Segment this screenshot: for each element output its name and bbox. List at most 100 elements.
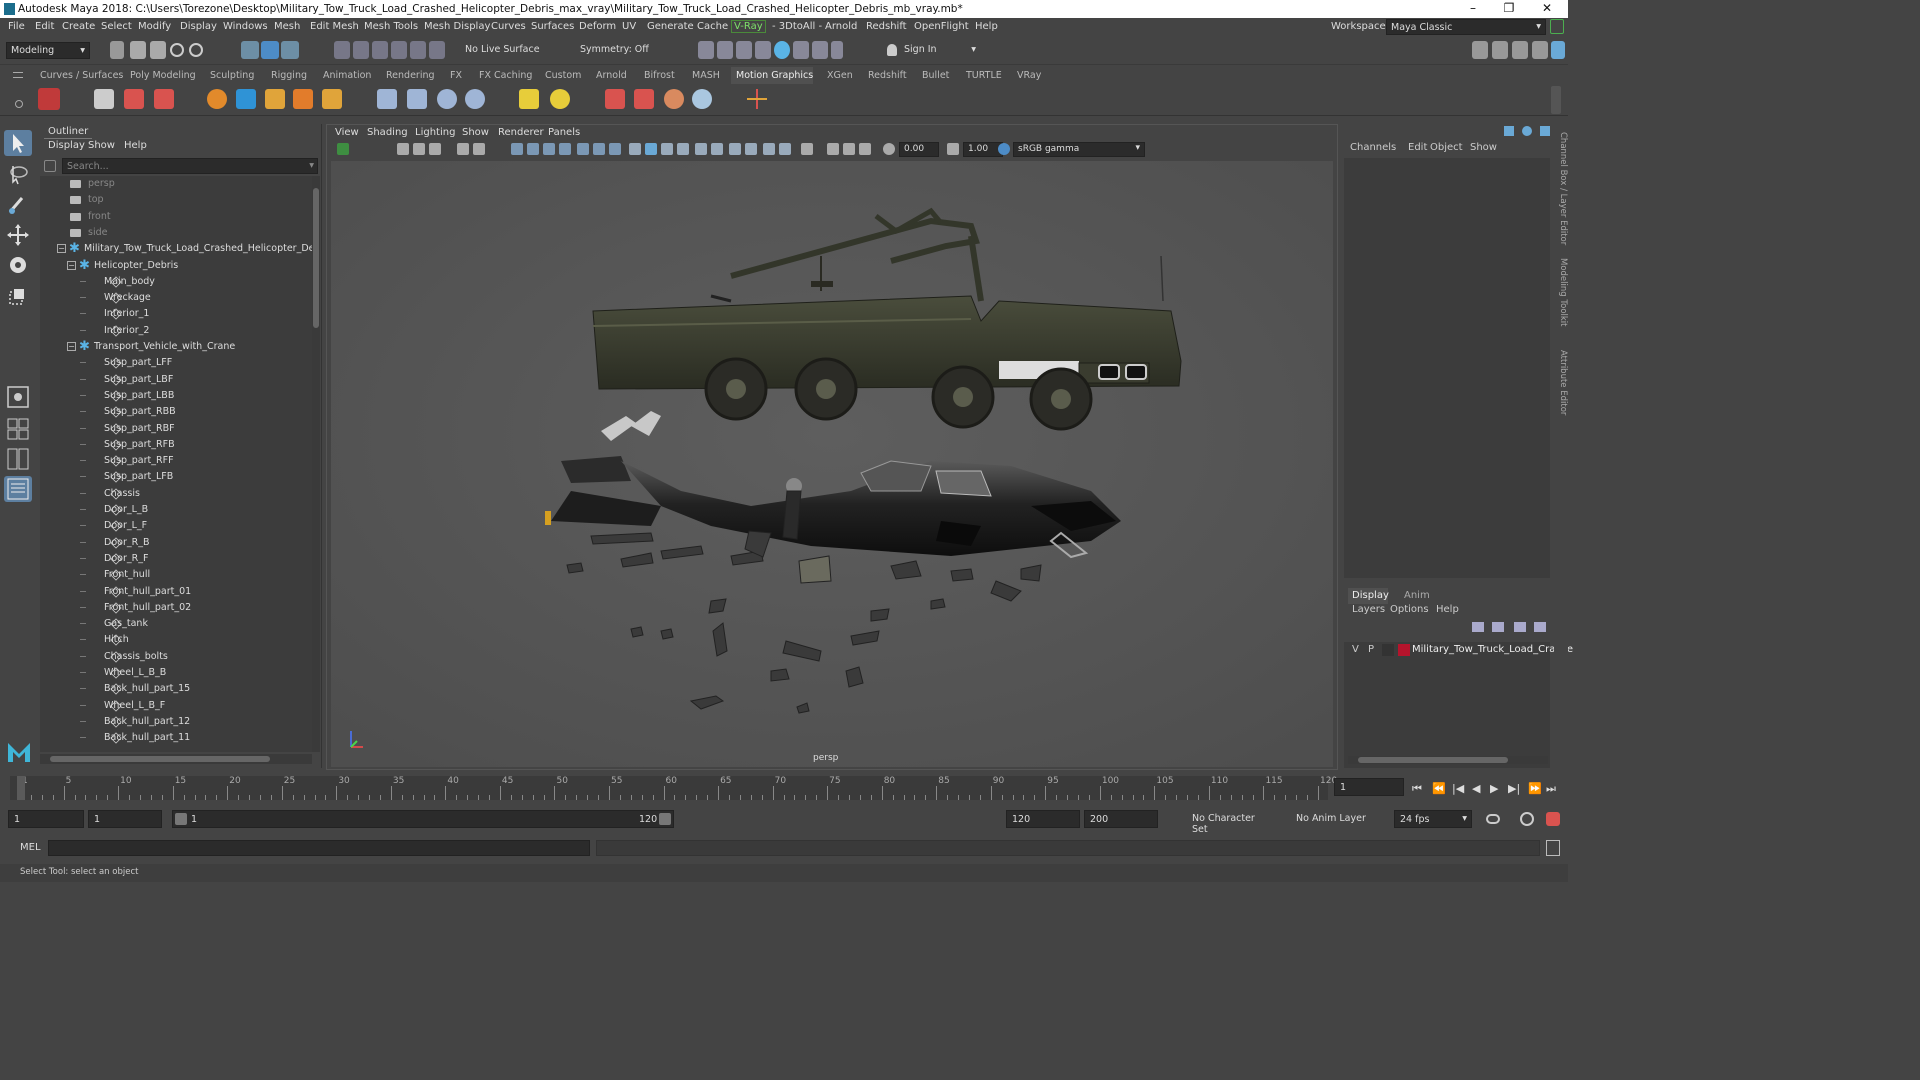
mushroom-icon[interactable] (664, 89, 684, 109)
outliner-camera-item[interactable]: top (40, 192, 312, 208)
move-layer-up-icon[interactable] (1472, 622, 1484, 632)
side-tab-channel-box[interactable]: Channel Box / Layer Editor (1554, 132, 1568, 245)
paint-select-icon[interactable] (4, 192, 32, 218)
scale-tool-icon[interactable] (4, 284, 32, 310)
channels-menu-edit[interactable]: Edit (1408, 142, 1427, 153)
menu-mesh-tools[interactable]: Mesh Tools (364, 21, 418, 32)
select-hierarchy-icon[interactable] (241, 41, 259, 59)
snap-point-icon[interactable] (372, 41, 388, 59)
step-forward-key-icon[interactable]: ▶| (1508, 782, 1520, 795)
mode-dropdown[interactable]: Modeling ▾ (6, 42, 90, 59)
auto-key-icon[interactable] (1520, 812, 1534, 826)
mash-outliner-icon[interactable] (94, 89, 114, 109)
outliner-camera-item[interactable]: side (40, 225, 312, 241)
filter-icon[interactable] (44, 160, 56, 172)
menu-deform[interactable]: Deform (579, 21, 616, 32)
snap-plane-icon[interactable] (429, 41, 445, 59)
menu-edit-mesh[interactable]: Edit Mesh (310, 21, 359, 32)
shelf-menu-icon[interactable] (13, 72, 23, 78)
outliner-mesh-item[interactable]: Susp_part_RFB (40, 437, 312, 453)
vscroll-thumb[interactable] (313, 188, 319, 328)
shelf-tab-sculpting[interactable]: Sculpting (210, 70, 254, 81)
shelf-tab-arnold[interactable]: Arnold (596, 70, 627, 81)
outliner-mesh-item[interactable]: Wreckage (40, 290, 312, 306)
outliner-mesh-item[interactable]: Susp_part_LBB (40, 388, 312, 404)
gamma-field[interactable]: 1.00 (963, 142, 1003, 157)
anim-prefs-icon[interactable] (1546, 812, 1560, 826)
outliner-hscrollbar[interactable] (40, 754, 312, 764)
mash-brush-icon[interactable] (154, 89, 174, 109)
play-backward-icon[interactable]: ◀ (1472, 782, 1480, 795)
ipr-render-icon[interactable] (736, 41, 752, 59)
outliner-mesh-item[interactable]: Front_hull (40, 567, 312, 583)
cube-icon[interactable] (322, 89, 342, 109)
shelf-settings-icon[interactable] (15, 100, 23, 108)
outliner-mesh-item[interactable]: Chassis_bolts (40, 649, 312, 665)
menu-mesh[interactable]: Mesh (274, 21, 300, 32)
menu-windows[interactable]: Windows (223, 21, 268, 32)
single-view-icon[interactable] (4, 384, 32, 410)
render-frame-icon[interactable] (698, 41, 714, 59)
step-back-icon[interactable]: ⏪ (1432, 782, 1446, 795)
side-tab-attribute-editor[interactable]: Attribute Editor (1554, 350, 1568, 415)
use-all-lights-icon[interactable] (695, 143, 707, 155)
outliner-group-item[interactable]: − ✱ Helicopter_Debris (40, 258, 312, 274)
menu-modify[interactable]: Modify (138, 21, 171, 32)
outliner-mesh-item[interactable]: Gas_tank (40, 616, 312, 632)
outliner-mesh-item[interactable]: Interior_2 (40, 323, 312, 339)
outliner-mesh-item[interactable]: Wheel_L_B_F (40, 698, 312, 714)
curve-icon[interactable] (236, 89, 256, 109)
sphere-icon[interactable] (207, 89, 227, 109)
dynamics-icon[interactable] (605, 89, 625, 109)
menu-cache[interactable]: Cache (697, 21, 728, 32)
close-button[interactable]: ✕ (1532, 1, 1562, 15)
undo-icon[interactable] (170, 43, 184, 57)
wireframe-on-shaded-icon[interactable] (661, 143, 673, 155)
menu-redshift[interactable]: Redshift (866, 21, 907, 32)
bookmark-icon[interactable] (413, 143, 425, 155)
snap-curve-icon[interactable] (353, 41, 369, 59)
modeling-toolkit-icon[interactable] (1472, 41, 1488, 59)
workspace-dropdown[interactable]: Maya Classic ▾ (1386, 19, 1546, 35)
viewport-canvas[interactable]: persp (331, 161, 1333, 767)
go-to-start-icon[interactable]: ⏮ (1412, 782, 1422, 796)
shelf-tab-redshift[interactable]: Redshift (868, 70, 907, 81)
outliner-mesh-item[interactable]: Door_R_B (40, 535, 312, 551)
move-tool-icon[interactable] (4, 222, 32, 248)
snap-surface-icon[interactable] (410, 41, 426, 59)
outliner-menu-show[interactable]: Show (88, 140, 115, 151)
save-scene-icon[interactable] (150, 41, 166, 59)
outliner-menu-help[interactable]: Help (124, 140, 147, 151)
antialiasing-icon[interactable] (763, 143, 775, 155)
vray-vfb-icon[interactable] (812, 41, 828, 59)
layer-color-swatch[interactable] (1398, 644, 1410, 656)
new-layer-icon[interactable] (1514, 622, 1526, 632)
shelf-tab-vray[interactable]: VRay (1017, 70, 1041, 81)
pause-icon[interactable] (831, 41, 843, 59)
sweep-icon[interactable] (407, 89, 427, 109)
screen-space-ao-icon[interactable] (729, 143, 741, 155)
shelf-tab-bullet[interactable]: Bullet (922, 70, 949, 81)
shelf-tab-rigging[interactable]: Rigging (271, 70, 307, 81)
shelf-tab-animation[interactable]: Animation (323, 70, 371, 81)
collapse-toggle-icon[interactable]: − (67, 260, 76, 270)
playback-start-field[interactable]: 1 (88, 810, 162, 828)
select-object-icon[interactable] (261, 41, 279, 59)
resolution-gate-icon[interactable] (543, 143, 555, 155)
shelf-tab-mash[interactable]: MASH (692, 70, 720, 81)
shadows-icon[interactable] (711, 143, 723, 155)
outliner-mesh-item[interactable]: Door_L_F (40, 518, 312, 534)
layer-hscrollbar[interactable] (1348, 756, 1548, 764)
shelf-tab-motion-graphics[interactable]: Motion Graphics (736, 70, 813, 81)
redo-icon[interactable] (189, 43, 203, 57)
tool-settings-icon[interactable] (1512, 41, 1528, 59)
side-tab-modeling-toolkit[interactable]: Modeling Toolkit (1554, 258, 1568, 327)
layer-ref-toggle[interactable] (1382, 644, 1394, 656)
locator-icon[interactable] (747, 89, 767, 109)
isolate-select-icon[interactable] (801, 143, 813, 155)
script-editor-icon[interactable] (1546, 840, 1560, 856)
outliner-mesh-item[interactable]: Front_hull_part_01 (40, 584, 312, 600)
shelf-tab-fx-caching[interactable]: FX Caching (479, 70, 532, 81)
hypershade-icon[interactable] (774, 41, 790, 59)
outliner-mesh-item[interactable]: Susp_part_RFF (40, 453, 312, 469)
